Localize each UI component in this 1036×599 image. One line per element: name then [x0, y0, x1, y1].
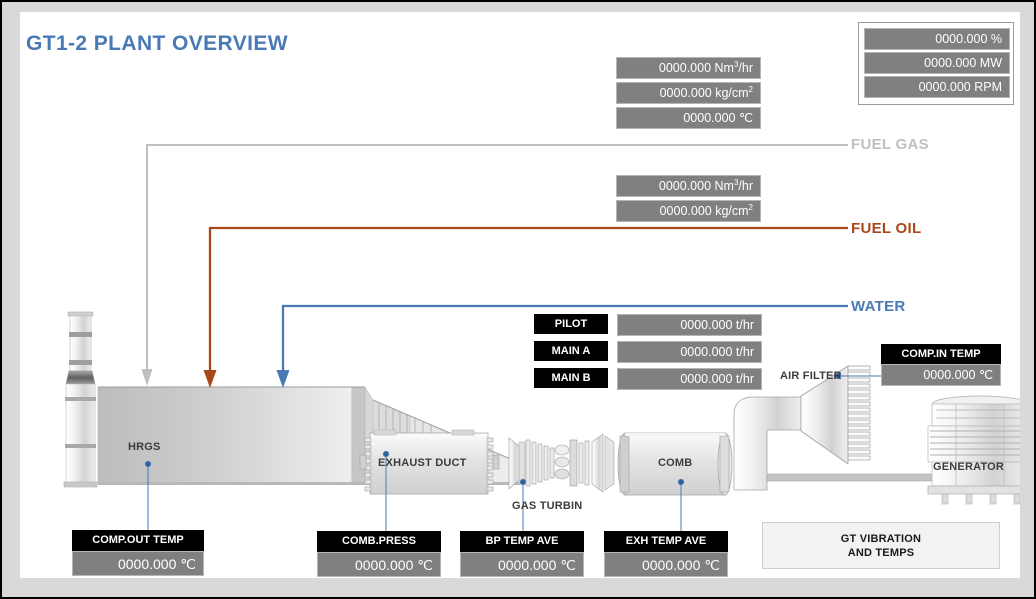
plant-overview-window: GT1-2 PLANT OVERVIEW HRGS EXHAUST DUCT G… [0, 0, 1036, 599]
fuel-gas-flow-unit: /hr [738, 61, 753, 75]
diagram-canvas: GT1-2 PLANT OVERVIEW HRGS EXHAUST DUCT G… [20, 12, 1020, 578]
comp-out-temp-label: COMP.OUT TEMP [72, 530, 204, 551]
comb-press-label: COMB.PRESS [317, 531, 441, 552]
fuel-oil-flow-readout[interactable]: 0000.000 Nm3/hr [616, 175, 761, 197]
plant-summary-panel: 0000.000 % 0000.000 MW 0000.000 RPM [858, 22, 1014, 105]
comb-press-readout[interactable]: 0000.000 ℃ [317, 552, 441, 577]
equipment-label-combustor: COMB [658, 457, 693, 469]
fuel-oil-flow-value: 0000.000 Nm [658, 179, 734, 193]
readout-power-mw[interactable]: 0000.000 MW [864, 52, 1010, 74]
exhaust-stack [63, 311, 98, 488]
bp-temp-ave-readout[interactable]: 0000.000 ℃ [460, 552, 584, 577]
burner-label-main-a: MAIN A [534, 341, 608, 361]
equipment-label-exhaust-duct: EXHAUST DUCT [378, 457, 467, 469]
burner-readout-main-a[interactable]: 0000.000 t/hr [617, 341, 762, 363]
fuel-gas-flow-value: 0000.000 Nm [658, 61, 734, 75]
equipment-label-hrgs: HRGS [128, 441, 161, 453]
fuel-gas-pressure-sup: 2 [748, 84, 753, 94]
readout-output-percent[interactable]: 0000.000 % [864, 28, 1010, 50]
burner-label-main-b: MAIN B [534, 368, 608, 388]
fuel-oil-label: FUEL OIL [851, 220, 922, 237]
fuel-oil-pressure-readout[interactable]: 0000.000 kg/cm2 [616, 200, 761, 222]
exh-temp-ave-label: EXH TEMP AVE [604, 531, 728, 552]
comp-in-temp-readout[interactable]: 0000.000 ℃ [881, 364, 1001, 386]
generator-unit [927, 395, 1020, 505]
exh-temp-ave-readout[interactable]: 0000.000 ℃ [604, 552, 728, 577]
fuel-oil-pressure-value: 0000.000 kg/cm [659, 204, 749, 218]
vibration-button-line2: AND TEMPS [847, 547, 915, 559]
fuel-oil-pressure-sup: 2 [748, 202, 753, 212]
gt-vibration-and-temps-button[interactable]: GT VIBRATION AND TEMPS [762, 522, 1000, 569]
fuel-gas-temp-readout[interactable]: 0000.000 ℃ [616, 107, 761, 129]
vibration-button-line1: GT VIBRATION [840, 533, 922, 545]
water-label: WATER [851, 298, 906, 315]
equipment-label-generator: GENERATOR [933, 461, 1005, 473]
gas-turbine-unit [508, 433, 615, 493]
equipment-label-air-filter: AIR FILTER [780, 370, 842, 382]
fuel-gas-pressure-value: 0000.000 kg/cm [659, 86, 749, 100]
comp-out-temp-readout[interactable]: 0000.000 ℃ [72, 551, 204, 576]
burner-readout-pilot[interactable]: 0000.000 t/hr [617, 314, 762, 336]
fuel-oil-flow-unit: /hr [738, 179, 753, 193]
equipment-label-gas-turbine: GAS TURBIN [512, 500, 583, 512]
burner-readout-main-b[interactable]: 0000.000 t/hr [617, 368, 762, 390]
comp-in-temp-label: COMP.IN TEMP [881, 344, 1001, 364]
readout-speed-rpm[interactable]: 0000.000 RPM [864, 76, 1010, 98]
fuel-gas-flow-readout[interactable]: 0000.000 Nm3/hr [616, 57, 761, 79]
burner-label-pilot: PILOT [534, 314, 608, 334]
bp-temp-ave-label: BP TEMP AVE [460, 531, 584, 552]
fuel-gas-label: FUEL GAS [851, 136, 929, 153]
fuel-gas-pressure-readout[interactable]: 0000.000 kg/cm2 [616, 82, 761, 104]
